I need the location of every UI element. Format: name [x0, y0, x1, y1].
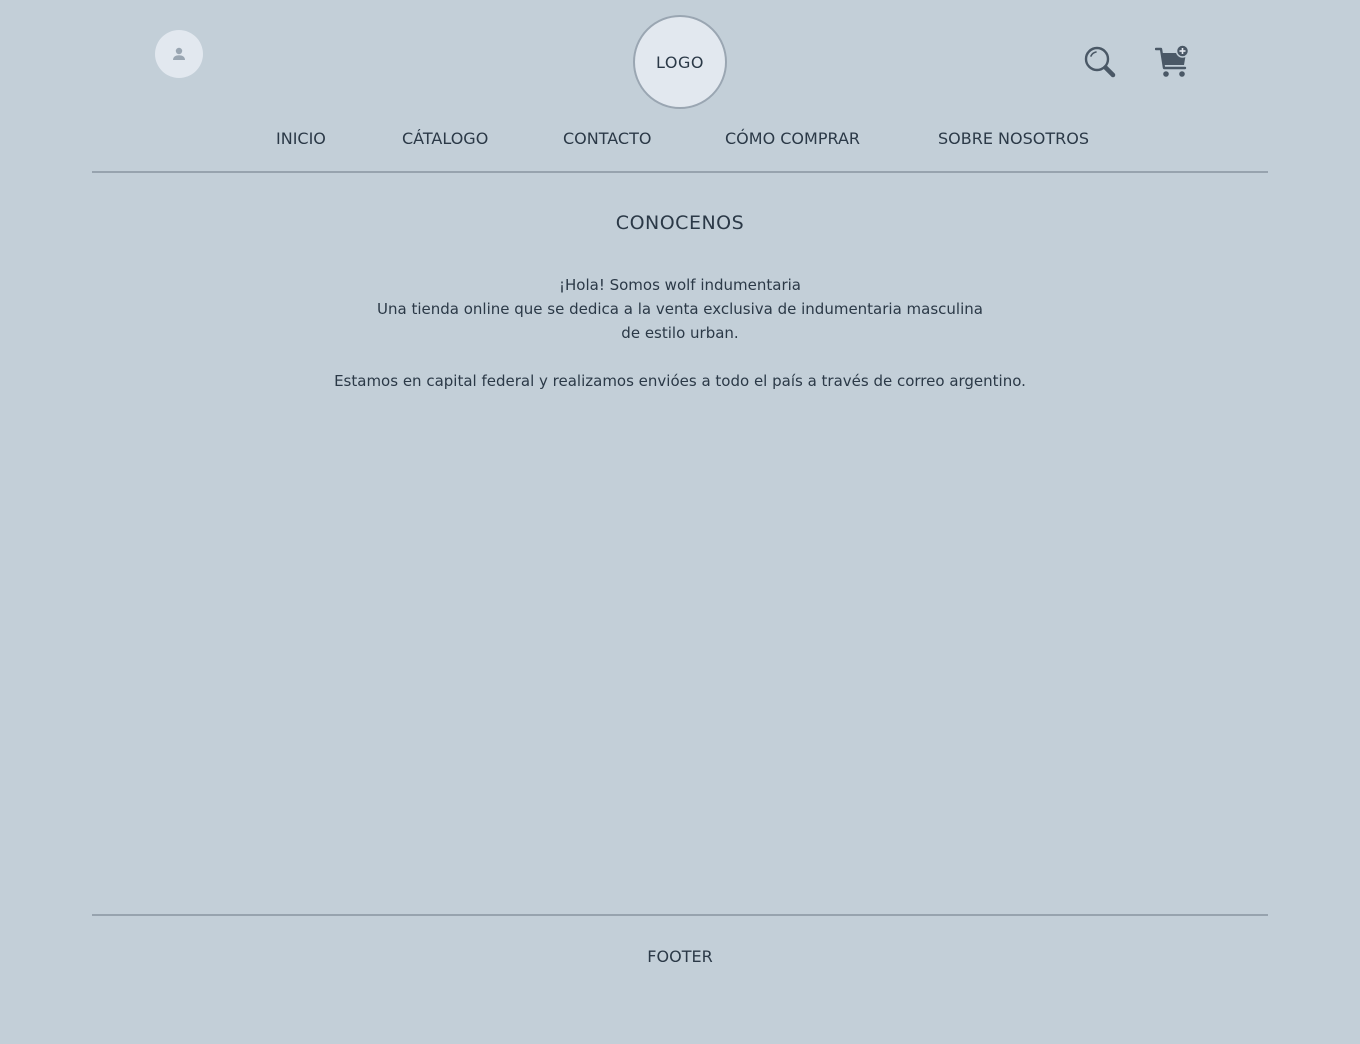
user-icon: [173, 47, 185, 60]
nav-item-sobre-nosotros[interactable]: SOBRE NOSOTROS: [938, 128, 1089, 150]
header-divider: [92, 171, 1268, 173]
about-greeting: ¡Hola! Somos wolf indumentaria: [559, 276, 801, 294]
about-shipping-info: Estamos en capital federal y realizamos …: [334, 372, 1026, 390]
main-nav: INICIO CÁTALOGO CONTACTO CÓMO COMPRAR SO…: [0, 128, 1360, 150]
logo-text: LOGO: [656, 52, 704, 72]
about-text: ¡Hola! Somos wolf indumentaria Una tiend…: [0, 273, 1360, 393]
page-title: CONOCENOS: [615, 212, 745, 234]
search-button[interactable]: [1083, 45, 1117, 79]
site-header: LOGO INICIO CÁTALOGO CONTACTO CÓMO COMPR…: [0, 0, 1360, 173]
cart-add-icon: [1154, 44, 1190, 77]
user-account-button[interactable]: [155, 30, 203, 78]
about-description-line: de estilo urban.: [621, 324, 739, 342]
nav-item-contacto[interactable]: CONTACTO: [563, 128, 651, 150]
site-footer: FOOTER: [0, 946, 1360, 968]
search-icon: [1084, 46, 1116, 78]
nav-item-inicio[interactable]: INICIO: [276, 128, 326, 150]
footer-label: FOOTER: [647, 947, 713, 966]
nav-item-como-comprar[interactable]: CÓMO COMPRAR: [725, 128, 860, 150]
nav-item-catalogo[interactable]: CÁTALOGO: [402, 128, 488, 150]
about-description-line: Una tienda online que se dedica a la ven…: [377, 300, 983, 318]
footer-divider: [92, 914, 1268, 916]
site-logo[interactable]: LOGO: [633, 15, 727, 109]
cart-button[interactable]: [1154, 44, 1191, 80]
